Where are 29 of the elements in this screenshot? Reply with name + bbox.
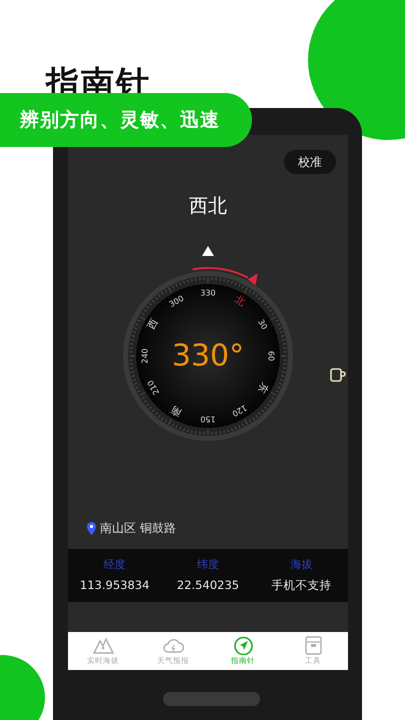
heading-reading: 330° [172,338,244,373]
dial-label: 30 [256,317,269,331]
info-label: 经度 [102,557,127,574]
dial-label: 240 [140,348,150,364]
dial-label: 北 [232,294,247,308]
cabinet-icon [302,636,324,655]
dial-label: 150 [200,414,216,423]
info-value: 113.953834 [78,576,150,594]
dial-label: 300 [168,293,186,309]
info-value: 22.540235 [176,576,240,594]
dial-label: 南 [169,402,184,418]
dial-label: 120 [230,402,248,418]
heading-arc [192,266,258,285]
mug-icon [330,368,346,382]
mountain-icon [92,636,114,655]
dial-label: 东 [255,380,270,394]
dial-label: 西 [146,316,161,332]
location-text: 南山区 铜鼓路 [100,520,176,538]
dial-label: 330 [200,288,216,297]
navigation-arrow-icon [232,636,254,655]
info-label: 海拔 [289,557,314,574]
dial-label: 60 [266,350,276,361]
info-label: 纬度 [196,557,220,574]
promo-tagline: 辨别方向、灵敏、迅速 [0,93,252,147]
location-pin-icon [87,522,96,535]
calibrate-button[interactable]: 校准 [284,150,336,174]
pointer-triangle-icon [202,246,214,256]
info-value: 手机不支持 [270,576,332,594]
direction-text: 西北 [188,194,228,219]
